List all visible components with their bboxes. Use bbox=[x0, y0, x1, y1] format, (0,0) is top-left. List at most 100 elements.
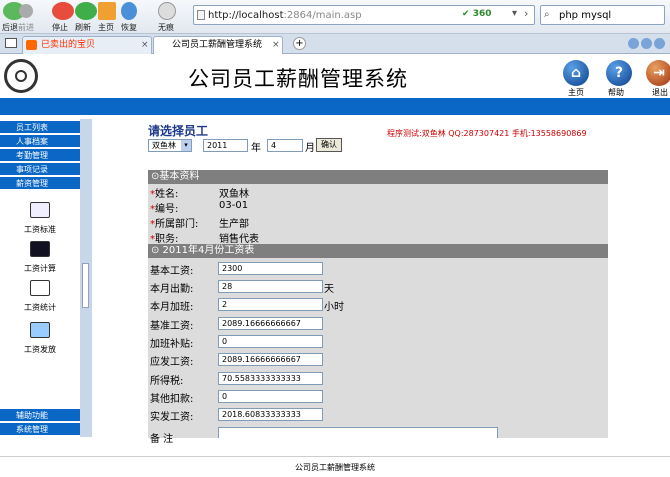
search-icon: ⌕ bbox=[544, 9, 550, 20]
number-label: *编号: bbox=[150, 204, 179, 215]
department-label: *所属部门: bbox=[150, 219, 199, 230]
month-unit: 月 bbox=[305, 143, 315, 154]
incognito-label[interactable]: 无痕 bbox=[158, 22, 174, 33]
nav-item-salary[interactable]: 薪资管理 bbox=[0, 177, 80, 190]
income-tax-input[interactable]: 70.5583333333333 bbox=[218, 372, 323, 385]
address-bar[interactable]: http://localhost:2864/main.asp ✔ 360 ▾ › bbox=[193, 5, 535, 25]
salary-standard-icon[interactable] bbox=[30, 202, 50, 218]
tab-label: 公司员工薪酬管理系统 bbox=[172, 40, 263, 50]
nav-item-employee-list[interactable]: 员工列表 bbox=[0, 121, 80, 134]
basic-info-panel bbox=[148, 184, 608, 244]
new-tab-icon[interactable]: + bbox=[293, 37, 306, 50]
home-icon[interactable] bbox=[98, 2, 116, 20]
envelope-icon[interactable] bbox=[30, 280, 50, 296]
emblem-logo-icon bbox=[4, 59, 38, 93]
nav-item-auxiliary[interactable]: 辅助功能 bbox=[0, 409, 80, 422]
overtime-pay-label: 加班补贴: bbox=[150, 339, 194, 350]
help-label[interactable]: 帮助 bbox=[608, 87, 624, 98]
wage-table-panel bbox=[148, 258, 608, 438]
stop-icon[interactable] bbox=[52, 2, 74, 20]
search-box[interactable]: ⌕ php mysql bbox=[540, 5, 665, 25]
sub-item-salary-standard[interactable]: 工资标准 bbox=[10, 224, 70, 235]
chevron-down-icon[interactable]: ▾ bbox=[181, 140, 191, 151]
home-label[interactable]: 主页 bbox=[98, 22, 114, 33]
address-text[interactable]: http://localhost:2864/main.asp bbox=[208, 10, 362, 21]
stop-label[interactable]: 停止 bbox=[52, 22, 68, 33]
department-value: 生产部 bbox=[219, 219, 249, 230]
incognito-icon[interactable] bbox=[158, 2, 176, 20]
nav-item-records[interactable]: 事项记录 bbox=[0, 163, 80, 176]
next-tab-icon[interactable] bbox=[641, 38, 652, 49]
base-salary-label: 基本工资: bbox=[150, 266, 194, 277]
tab-salary-system[interactable]: 公司员工薪酬管理系统 × bbox=[153, 36, 283, 54]
name-value: 双鱼林 bbox=[219, 189, 249, 200]
remark-textarea[interactable] bbox=[218, 427, 498, 438]
tab-label: 已卖出的宝贝 bbox=[41, 40, 96, 50]
forward-label[interactable]: 前进 bbox=[18, 22, 34, 33]
year-input[interactable]: 2011 bbox=[203, 139, 248, 152]
salary-pay-icon[interactable] bbox=[30, 322, 50, 338]
close-icon[interactable]: × bbox=[272, 37, 280, 53]
restore-label[interactable]: 恢复 bbox=[121, 22, 137, 33]
tab-favicon-icon bbox=[26, 40, 37, 50]
name-label: *姓名: bbox=[150, 189, 179, 200]
standard-salary-input[interactable]: 2089.16666666667 bbox=[218, 317, 323, 330]
other-deduction-input[interactable]: 0 bbox=[218, 390, 323, 403]
home-icon[interactable]: ⌂ bbox=[563, 60, 589, 86]
number-value: 03-01 bbox=[219, 200, 249, 211]
footer-text: 公司员工薪酬管理系统 bbox=[295, 463, 375, 472]
splitter-grip[interactable] bbox=[82, 263, 89, 308]
help-icon[interactable]: ? bbox=[606, 60, 632, 86]
prev-tab-icon[interactable] bbox=[628, 38, 639, 49]
back-label[interactable]: 后退 bbox=[2, 22, 18, 33]
restore-icon[interactable] bbox=[121, 2, 137, 20]
footer-divider bbox=[0, 456, 670, 457]
forward-arrow-icon[interactable] bbox=[19, 4, 33, 18]
refresh-label[interactable]: 刷新 bbox=[75, 22, 91, 33]
home-label[interactable]: 主页 bbox=[568, 87, 584, 98]
exit-icon[interactable]: ⇥ bbox=[646, 60, 670, 86]
tab-list-icon[interactable] bbox=[654, 38, 665, 49]
refresh-icon[interactable] bbox=[75, 2, 97, 20]
other-deduction-label: 其他扣款: bbox=[150, 394, 194, 405]
sub-item-salary-stats[interactable]: 工资统计 bbox=[10, 302, 70, 313]
income-tax-label: 所得税: bbox=[150, 376, 184, 387]
go-icon[interactable]: › bbox=[524, 7, 528, 20]
close-icon[interactable]: × bbox=[141, 37, 149, 53]
net-salary-label: 实发工资: bbox=[150, 412, 194, 423]
nav-item-system[interactable]: 系统管理 bbox=[0, 423, 80, 436]
tab-sold-items[interactable]: 已卖出的宝贝 × bbox=[22, 36, 152, 54]
nav-item-attendance[interactable]: 考勤管理 bbox=[0, 149, 80, 162]
app-title: 公司员工薪酬管理系统 bbox=[188, 67, 408, 91]
overtime-pay-input[interactable]: 0 bbox=[218, 335, 323, 348]
page-icon bbox=[197, 10, 205, 20]
browser-toolbar: 后退 前进 停止 刷新 主页 恢复 无痕 http://localhost:28… bbox=[0, 0, 670, 34]
attendance-input[interactable]: 28 bbox=[218, 280, 323, 293]
overtime-label: 本月加班: bbox=[150, 302, 194, 313]
basic-info-header: ⊙基本资料 bbox=[148, 170, 608, 184]
standard-salary-label: 基准工资: bbox=[150, 321, 194, 332]
header-bar bbox=[0, 98, 670, 115]
select-employee-heading: 请选择员工 bbox=[148, 124, 209, 138]
year-unit: 年 bbox=[251, 143, 261, 154]
program-info: 程序测试:双鱼林 QQ:287307421 手机:13558690869 bbox=[387, 129, 587, 138]
gross-salary-input[interactable]: 2089.16666666667 bbox=[218, 353, 323, 366]
month-input[interactable]: 4 bbox=[267, 139, 303, 152]
security-badge[interactable]: ✔ 360 bbox=[462, 9, 512, 22]
gross-salary-label: 应发工资: bbox=[150, 357, 194, 368]
sub-item-salary-pay[interactable]: 工资发放 bbox=[10, 344, 70, 355]
dropdown-icon[interactable]: ▾ bbox=[512, 8, 517, 19]
employee-select[interactable]: 双鱼林 ▾ bbox=[148, 139, 192, 152]
remark-label: 备 注 bbox=[150, 434, 174, 445]
window-icon[interactable] bbox=[5, 38, 17, 48]
attendance-unit: 天 bbox=[324, 284, 334, 295]
exit-label[interactable]: 退出 bbox=[652, 87, 668, 98]
nav-item-personnel[interactable]: 人事档案 bbox=[0, 135, 80, 148]
net-salary-input[interactable]: 2018.60833333333 bbox=[218, 408, 323, 421]
overtime-input[interactable]: 2 bbox=[218, 298, 323, 311]
base-salary-input[interactable]: 2300 bbox=[218, 262, 323, 275]
confirm-button[interactable]: 确认 bbox=[316, 138, 342, 152]
salary-calc-icon[interactable] bbox=[30, 241, 50, 257]
search-input[interactable]: php mysql bbox=[559, 10, 611, 21]
sub-item-salary-calc[interactable]: 工资计算 bbox=[10, 263, 70, 274]
